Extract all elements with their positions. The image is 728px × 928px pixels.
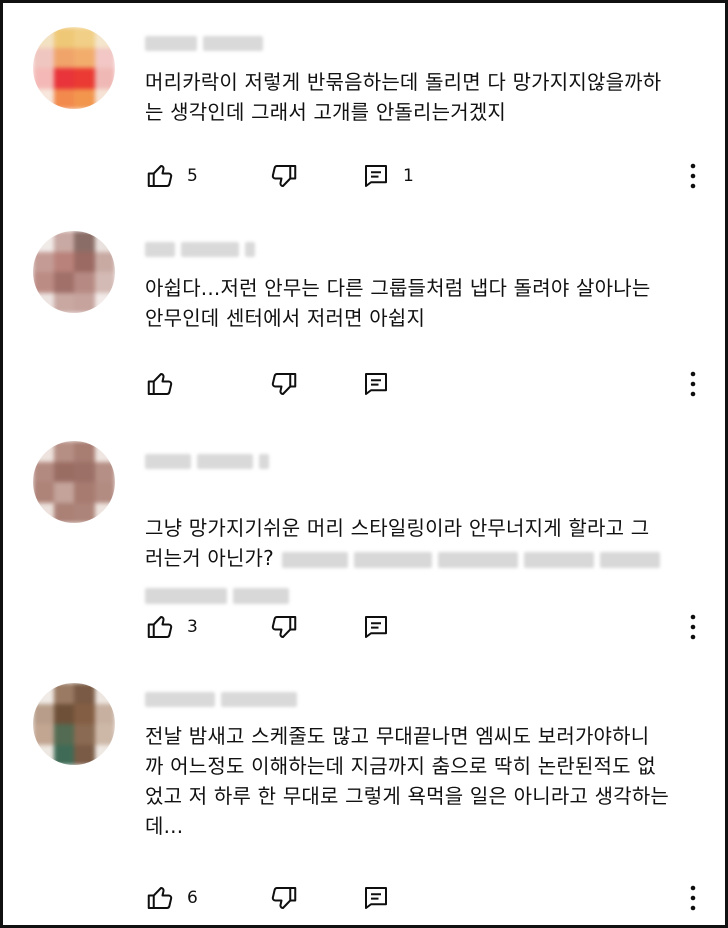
thumbs-up-icon [147,887,173,909]
dislike-button[interactable] [269,369,299,399]
dislike-button[interactable] [269,883,299,913]
more-vertical-icon[interactable] [683,162,703,190]
thumbs-down-icon [271,887,297,909]
thumbs-up-icon [147,616,173,638]
thumbs-up-icon [147,373,173,395]
blurred-text [145,587,227,604]
dislike-button[interactable] [269,161,299,191]
like-button[interactable] [145,369,187,399]
comment-icon [365,616,387,638]
author-name[interactable] [145,241,175,257]
thumbs-up-icon [147,165,173,187]
like-button[interactable]: 6 [145,883,198,913]
comment-actions: 5 1 [145,161,705,191]
like-button[interactable]: 3 [145,612,198,642]
comment-icon [365,373,387,395]
comment-text: 머리카락이 저렇게 반묶음하는데 돌리면 다 망가지지않을까하 는 생각인데 그… [145,70,662,124]
edited-marker [259,453,269,469]
comment-actions: 3 [145,612,705,642]
reply-count: 1 [403,166,414,186]
blurred-text [353,551,432,568]
comment-icon [365,165,387,187]
more-vertical-icon[interactable] [683,370,703,398]
timestamp [203,35,263,51]
comment-text: 전날 밤새고 스케줄도 많고 무대끝나면 엠씨도 보러가야하니 까 어느정도 이… [145,724,670,838]
comment-icon [365,887,387,909]
timestamp [221,691,297,707]
more-vertical-icon[interactable] [683,884,703,912]
like-count: 5 [187,166,198,186]
author-meta [145,33,263,53]
comment-actions: 6 [145,883,705,913]
reply-button[interactable] [361,883,403,913]
like-count: 6 [187,888,198,908]
avatar[interactable] [33,27,115,109]
comments-panel: 머리카락이 저렇게 반묶음하는데 돌리면 다 망가지지않을까하 는 생각인데 그… [0,0,728,928]
reply-button[interactable] [361,612,403,642]
blurred-text [599,551,660,568]
thumbs-down-icon [271,616,297,638]
avatar[interactable] [33,683,115,765]
avatar[interactable] [33,441,115,523]
blurred-text [281,551,348,568]
like-count: 3 [187,617,198,637]
reply-button[interactable] [361,369,403,399]
like-button[interactable]: 5 [145,161,198,191]
comment-actions [145,369,705,399]
blurred-text [437,551,518,568]
timestamp [181,241,239,257]
author-name[interactable] [145,453,191,469]
blurred-text [523,551,594,568]
thumbs-down-icon [271,373,297,395]
author-meta [145,451,269,471]
avatar[interactable] [33,231,115,313]
blurred-text [233,587,289,604]
more-vertical-icon[interactable] [683,613,703,641]
reply-button[interactable]: 1 [361,161,414,191]
dislike-button[interactable] [269,612,299,642]
author-name[interactable] [145,691,215,707]
thumbs-down-icon [271,165,297,187]
edited-marker [245,241,255,257]
comment-text: 아쉽다...저런 안무는 다른 그룹들처럼 냅다 돌려야 살아나는 안무인데 센… [145,276,651,330]
author-name[interactable] [145,35,197,51]
author-meta [145,689,297,709]
timestamp [197,453,253,469]
author-meta [145,239,255,259]
